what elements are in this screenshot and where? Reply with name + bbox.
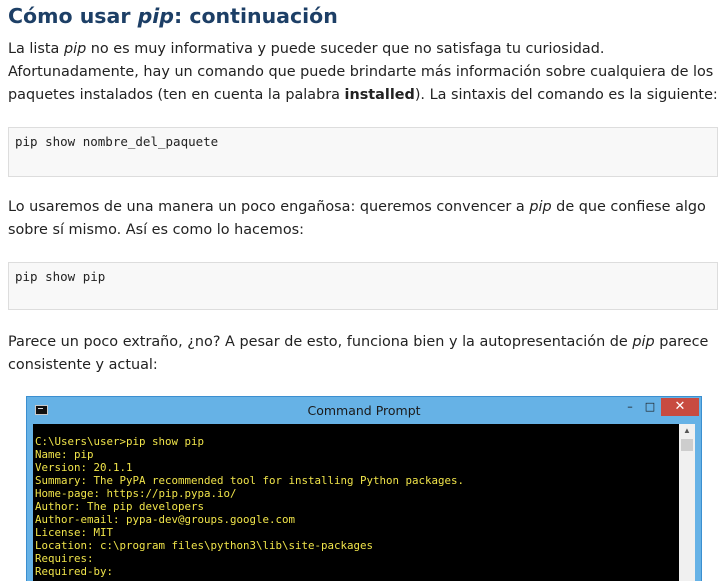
text-run: Lo usaremos de una manera un poco engaño… — [8, 199, 530, 215]
close-button[interactable]: ✕ — [661, 398, 699, 416]
command-prompt-window: Command Prompt – □ ✕ C:\Users\user>pip s… — [26, 396, 702, 581]
section-heading: Cómo usar pip: continuación — [8, 4, 338, 28]
installed-strong: installed — [344, 87, 415, 103]
heading-pip-emphasis: pip — [137, 4, 174, 28]
window-title: Command Prompt — [307, 403, 421, 418]
console-line: Requires: — [35, 552, 94, 565]
console-line: Summary: The PyPA recommended tool for i… — [35, 474, 465, 487]
code-text: pip show nombre_del_paquete — [15, 134, 219, 149]
console-scrollbar[interactable]: ▲ — [679, 424, 695, 581]
window-titlebar[interactable]: Command Prompt – □ ✕ — [27, 397, 701, 424]
console-line: Location: c:\program files\python3\lib\s… — [35, 539, 374, 552]
pip-emphasis: pip — [632, 334, 655, 350]
paragraph-result: Parece un poco extraño, ¿no? A pesar de … — [8, 331, 720, 377]
scroll-up-arrow-icon[interactable]: ▲ — [679, 424, 695, 438]
code-text: pip show pip — [15, 269, 106, 284]
heading-suffix: : continuación — [173, 4, 338, 28]
pip-emphasis: pip — [529, 199, 552, 215]
text-run: ). La sintaxis del comando es la siguien… — [414, 87, 718, 103]
console-output[interactable]: C:\Users\user>pip show pip Name: pip Ver… — [33, 424, 679, 581]
scrollbar-thumb[interactable] — [681, 439, 693, 451]
console-line: C:\Users\user>pip show pip — [35, 435, 205, 448]
console-line: Home-page: https://pip.pypa.io/ — [35, 487, 237, 500]
console-line: License: MIT — [35, 526, 114, 539]
console-line: Author: The pip developers — [35, 500, 205, 513]
text-run: La lista — [8, 41, 64, 57]
console-line: Author-email: pypa-dev@groups.google.com — [35, 513, 296, 526]
console-line: Required-by: — [35, 565, 114, 578]
paragraph-intro: La lista pip no es muy informativa y pue… — [8, 38, 720, 107]
code-block-syntax: pip show nombre_del_paquete — [8, 127, 718, 177]
pip-emphasis: pip — [63, 41, 87, 57]
console-line: Version: 20.1.1 — [35, 461, 133, 474]
maximize-button[interactable]: □ — [641, 398, 659, 416]
minimize-button[interactable]: – — [621, 398, 639, 416]
text-run: Parece un poco extraño, ¿no? A pesar de … — [8, 334, 633, 350]
paragraph-trick: Lo usaremos de una manera un poco engaño… — [8, 196, 720, 242]
console-line: Name: pip — [35, 448, 94, 461]
code-block-show-pip: pip show pip — [8, 262, 718, 310]
heading-prefix: Cómo usar — [8, 4, 138, 28]
